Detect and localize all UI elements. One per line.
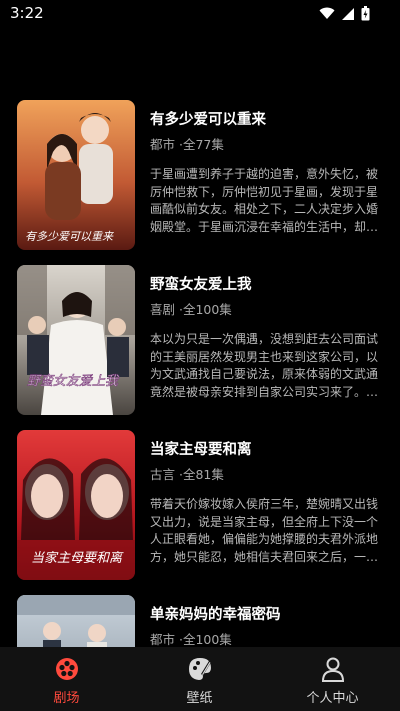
drama-title[interactable]: 有多少爱可以重来 [150,108,266,129]
status-icons [319,6,370,21]
signal-icon [342,7,354,20]
drama-cover[interactable]: 野蛮女友爱上我 [17,265,135,415]
drama-meta: 都市 ·全77集 [150,137,224,152]
drama-title[interactable]: 单亲妈妈的幸福密码 [150,603,281,624]
drama-item[interactable]: 野蛮女友爱上我 野蛮女友爱上我 喜剧 ·全100集 本以为只是一次偶遇，没想到赶… [17,265,387,415]
status-bar: 3:22 [0,0,400,30]
tab-theater[interactable]: 剧场 [0,647,133,711]
drama-cover[interactable]: 当家主母要和离 [17,430,135,580]
drama-item[interactable]: 有多少爱可以重来 有多少爱可以重来 都市 ·全77集 于星画遭到养子于越的迫害，… [17,100,387,250]
paint-palette-icon [188,658,211,680]
wifi-icon [319,7,335,19]
drama-description: 于星画遭到养子于越的迫害，意外失忆，被厉仲恺救下，厉仲恺初见于星画，发现于星画酷… [150,167,379,234]
tab-profile[interactable]: 个人中心 [266,647,399,711]
cover-title: 当家主母要和离 [31,550,124,566]
cover-title: 野蛮女友爱上我 [27,373,120,389]
tab-label: 个人中心 [306,691,359,706]
film-reel-icon [55,658,78,680]
user-icon [321,657,344,682]
cover-title: 有多少爱可以重来 [25,230,114,243]
drama-meta: 都市 ·全100集 [150,632,232,647]
drama-meta: 喜剧 ·全100集 [150,302,232,317]
tab-label: 壁纸 [186,691,213,706]
drama-item[interactable]: 当家主母要和离 当家主母要和离 古言 ·全81集 带着天价嫁妆嫁入侯府三年，楚婉… [17,430,387,580]
drama-title[interactable]: 野蛮女友爱上我 [150,273,252,294]
drama-meta: 古言 ·全81集 [150,467,224,482]
drama-description: 带着天价嫁妆嫁入侯府三年，楚婉晴又出钱又出力，说是当家主母，但全府上下没一个人正… [150,497,379,564]
drama-cover[interactable]: 有多少爱可以重来 [17,100,135,250]
tab-label: 剧场 [53,691,80,706]
status-time: 3:22 [10,4,44,22]
drama-description: 本以为只是一次偶遇，没想到赶去公司面试的王美丽居然发现男主也来到这家公司，以为文… [150,332,379,399]
battery-icon [361,6,370,21]
bottom-tab-bar: 剧场 壁纸 个人中心 [0,647,400,711]
drama-title[interactable]: 当家主母要和离 [150,438,252,459]
tab-wallpaper[interactable]: 壁纸 [133,647,266,711]
